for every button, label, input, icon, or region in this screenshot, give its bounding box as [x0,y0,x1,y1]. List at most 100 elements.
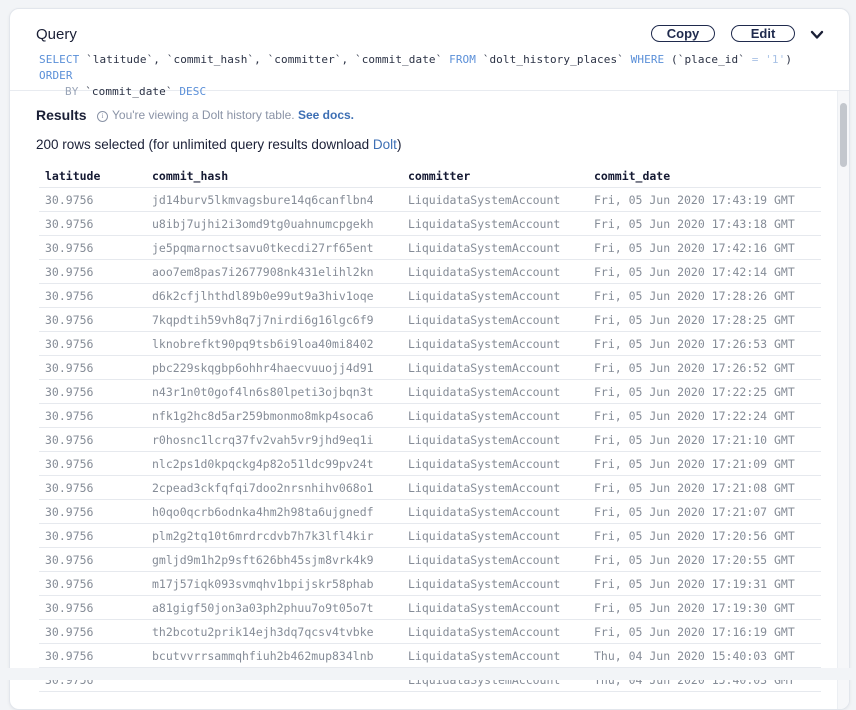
cell-committer: LiquidataSystemAccount [402,523,588,548]
table-row[interactable]: 30.9756 aoo7em8pas7i2677908nk431elihl2kn L… [39,259,821,284]
cell-committer: LiquidataSystemAccount [402,259,588,284]
table-row[interactable]: 30.9756 h0qo0qcrb6odnka4hm2h98ta6ujgnedf L… [39,499,821,524]
column-header-commit-date: commit_date [588,164,821,188]
cell-committer: LiquidataSystemAccount [402,595,588,620]
cell-committer: LiquidataSystemAccount [402,403,588,428]
sql-keyword-from: FROM [449,53,476,66]
table-row[interactable]: 30.9756 nlc2ps1d0kpqckg4p82o51ldc99pv24t L… [39,451,821,476]
table-row[interactable]: 30.9756 gmljd9m1h2p9sft626bh45sjm8vrk4k9 L… [39,547,821,572]
table-row[interactable]: 30.9756 nfk1g2hc8d5ar259bmonmo8mkp4soca6 L… [39,403,821,428]
cell-commit-hash: lknobrefkt90pq9tsb6i9loa40mi8402 [146,331,402,356]
history-notice: i You're viewing a Dolt history table. Se… [97,108,354,122]
scrollbar-thumb[interactable] [840,103,847,167]
cell-commit-hash: th2bcotu2prik14ejh3dq7qcsv4tvbke [146,619,402,644]
column-header-latitude: latitude [39,164,146,188]
cell-commit-date: Fri, 05 Jun 2020 17:43:19 GMT [588,187,821,212]
cell-commit-date: Fri, 05 Jun 2020 17:43:18 GMT [588,211,821,236]
edit-button[interactable]: Edit [731,25,795,42]
table-row[interactable]: 30.9756 plm2g2tq10t6mrdrcdvb7h7k3lfl4kir L… [39,523,821,548]
see-docs-link[interactable]: See docs. [298,108,354,122]
table-row[interactable]: 30.9756 th2bcotu2prik14ejh3dq7qcsv4tvbke L… [39,619,821,644]
cell-latitude: 30.9756 [39,475,146,500]
cell-committer: LiquidataSystemAccount [402,355,588,380]
cell-latitude: 30.9756 [39,499,146,524]
cell-commit-hash: 7kqpdtih59vh8q7j7nirdi6g16lgc6f9 [146,307,402,332]
cell-latitude: 30.9756 [39,355,146,380]
cell-commit-date: Fri, 05 Jun 2020 17:22:24 GMT [588,403,821,428]
cell-latitude: 30.9756 [39,259,146,284]
table-row[interactable]: 30.9756 bcutvvrrsammqhfiuh2b462mup834lnb L… [39,643,821,668]
cell-committer: LiquidataSystemAccount [402,571,588,596]
cell-latitude: 30.9756 [39,619,146,644]
cell-commit-hash: bcutvvrrsammqhfiuh2b462mup834lnb [146,643,402,668]
sql-table: `dolt_history_places` [482,53,624,66]
rows-count: 200 rows selected (for unlimited query r… [36,137,401,152]
cell-committer: LiquidataSystemAccount [402,427,588,452]
cell-committer: LiquidataSystemAccount [402,547,588,572]
cell-commit-hash: u8ibj7ujhi2i3omd9tg0uahnumcpgekh [146,211,402,236]
query-card: Query Copy Edit SELECT `latitude`, `comm… [9,8,850,710]
column-header-committer: committer [402,164,588,188]
table-row[interactable]: 30.9756 n43r1n0t0gof4ln6s80lpeti3ojbqn3t L… [39,379,821,404]
results-scrollbar[interactable] [837,91,849,709]
cell-committer: LiquidataSystemAccount [402,619,588,644]
cell-latitude: 30.9756 [39,283,146,308]
query-section: Query Copy Edit SELECT `latitude`, `comm… [10,9,849,98]
cell-latitude: 30.9756 [39,523,146,548]
cell-committer: LiquidataSystemAccount [402,211,588,236]
table-row[interactable]: 30.9756 r0hosnc1lcrq37fv2vah5vr9jhd9eq1i L… [39,427,821,452]
cell-latitude: 30.9756 [39,307,146,332]
page-bottom-fade [0,668,856,680]
cell-commit-date: Fri, 05 Jun 2020 17:16:19 GMT [588,619,821,644]
chevron-down-icon[interactable] [810,29,824,41]
query-title: Query [36,26,77,43]
table-row[interactable]: 30.9756 pbc229skqgbp6ohhr4haecvuuojj4d91 L… [39,355,821,380]
results-section: Results i You're viewing a Dolt history t… [10,91,837,709]
cell-committer: LiquidataSystemAccount [402,379,588,404]
cell-latitude: 30.9756 [39,427,146,452]
cell-latitude: 30.9756 [39,547,146,572]
table-row[interactable]: 30.9756 d6k2cfjlhthdl89b0e99ut9a3hiv1oqe L… [39,283,821,308]
table-row[interactable]: 30.9756 u8ibj7ujhi2i3omd9tg0uahnumcpgekh L… [39,211,821,236]
cell-commit-date: Fri, 05 Jun 2020 17:42:14 GMT [588,259,821,284]
table-row[interactable]: 30.9756 je5pqmarnoctsavu0tkecdi27rf65ent L… [39,235,821,260]
cell-latitude: 30.9756 [39,595,146,620]
cell-commit-date: Fri, 05 Jun 2020 17:21:07 GMT [588,499,821,524]
cell-commit-hash: n43r1n0t0gof4ln6s80lpeti3ojbqn3t [146,379,402,404]
sql-keyword-select: SELECT [39,53,80,66]
cell-commit-date: Fri, 05 Jun 2020 17:19:31 GMT [588,571,821,596]
cell-commit-hash: r0hosnc1lcrq37fv2vah5vr9jhd9eq1i [146,427,402,452]
table-row[interactable]: 30.9756 jd14burv5lkmvagsbure14q6canflbn4 L… [39,187,821,212]
cell-commit-date: Thu, 04 Jun 2020 15:40:03 GMT [588,643,821,668]
sql-columns: `latitude`, `commit_hash`, `committer`, … [86,53,443,66]
sql-value: '1' [765,53,786,66]
table-row[interactable]: 30.9756 2cpead3ckfqfqi7doo2nrsnhihv068o1 L… [39,475,821,500]
cell-commit-hash: 2cpead3ckfqfqi7doo2nrsnhihv068o1 [146,475,402,500]
cell-commit-hash: pbc229skqgbp6ohhr4haecvuuojj4d91 [146,355,402,380]
cell-commit-hash: m17j57iqk093svmqhv1bpijskr58phab [146,571,402,596]
copy-button[interactable]: Copy [651,25,715,42]
cell-commit-date: Fri, 05 Jun 2020 17:20:56 GMT [588,523,821,548]
cell-commit-hash: d6k2cfjlhthdl89b0e99ut9a3hiv1oqe [146,283,402,308]
table-row[interactable]: 30.9756 a81gigf50jon3a03ph2phuu7o9t05o7t L… [39,595,821,620]
dolt-download-link[interactable]: Dolt [373,137,397,152]
cell-committer: LiquidataSystemAccount [402,475,588,500]
notice-text: You're viewing a Dolt history table. [112,108,295,122]
cell-commit-date: Fri, 05 Jun 2020 17:28:26 GMT [588,283,821,308]
cell-latitude: 30.9756 [39,211,146,236]
table-row[interactable]: 30.9756 7kqpdtih59vh8q7j7nirdi6g16lgc6f9 L… [39,307,821,332]
table-row[interactable]: 30.9756 m17j57iqk093svmqhv1bpijskr58phab L… [39,571,821,596]
sql-condition-close: ) [785,53,793,66]
table-row[interactable]: 30.9756 lknobrefkt90pq9tsb6i9loa40mi8402 L… [39,331,821,356]
cell-latitude: 30.9756 [39,451,146,476]
cell-commit-date: Fri, 05 Jun 2020 17:21:10 GMT [588,427,821,452]
cell-commit-date: Fri, 05 Jun 2020 17:26:52 GMT [588,355,821,380]
rows-count-suffix: ) [396,137,402,152]
cell-latitude: 30.9756 [39,571,146,596]
cell-committer: LiquidataSystemAccount [402,235,588,260]
cell-commit-date: Fri, 05 Jun 2020 17:21:09 GMT [588,451,821,476]
cell-commit-hash: nfk1g2hc8d5ar259bmonmo8mkp4soca6 [146,403,402,428]
cell-latitude: 30.9756 [39,403,146,428]
cell-commit-hash: jd14burv5lkmvagsbure14q6canflbn4 [146,187,402,212]
sql-operator: = [751,53,759,66]
